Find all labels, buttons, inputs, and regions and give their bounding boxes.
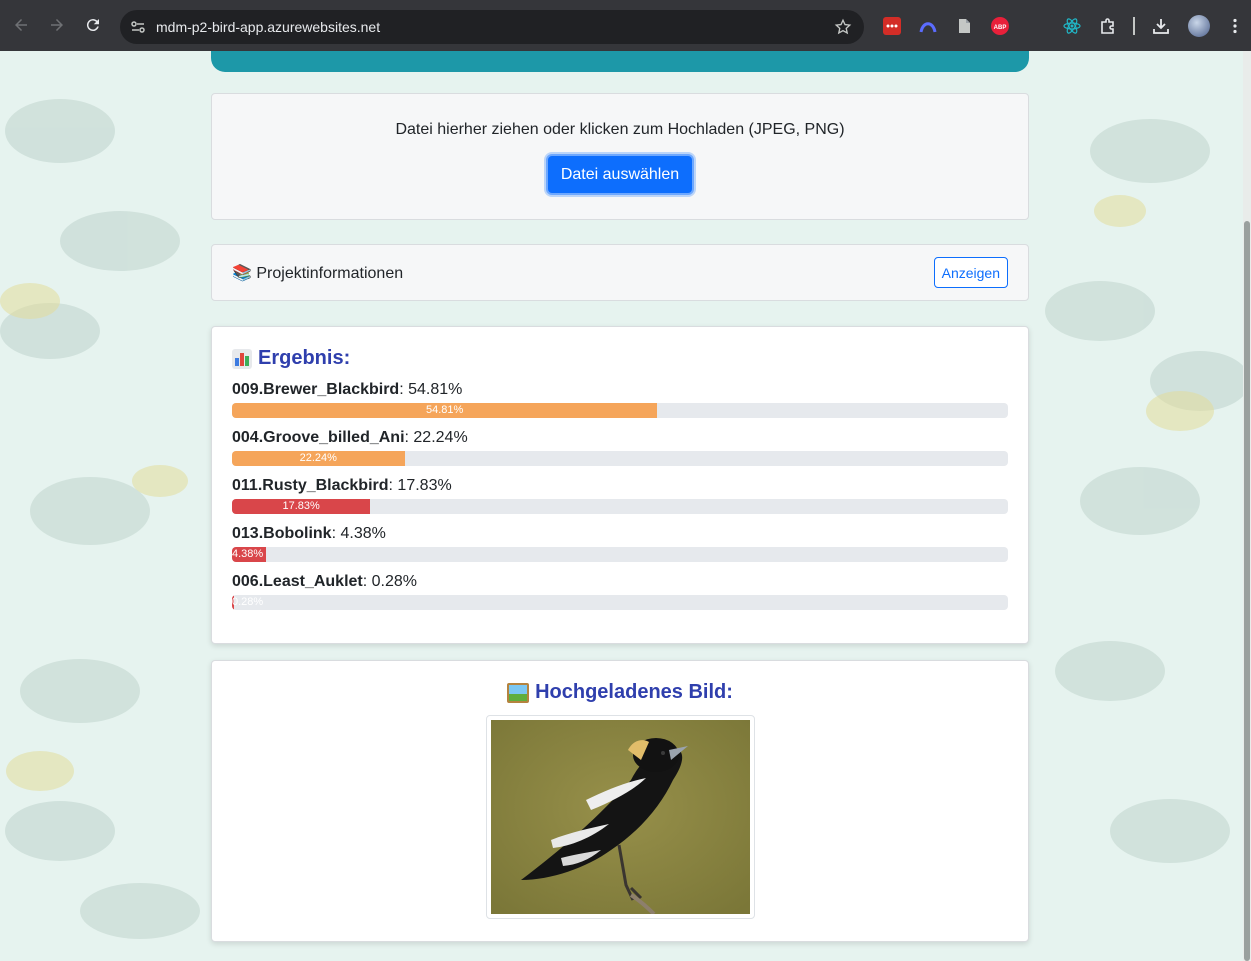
prediction-progress-bar: 4.38% — [232, 547, 1008, 562]
reload-icon[interactable] — [81, 13, 105, 37]
prediction-label: 013.Bobolink: 4.38% — [232, 524, 1008, 544]
books-icon: 📚 — [232, 264, 252, 282]
bar-chart-icon — [232, 348, 252, 369]
prediction-row: 004.Groove_billed_Ani: 22.24% 22.24% — [232, 428, 1008, 466]
prediction-row: 009.Brewer_Blackbird: 54.81% 54.81% — [232, 380, 1008, 418]
prediction-label: 009.Brewer_Blackbird: 54.81% — [232, 380, 1008, 400]
prediction-label: 011.Rusty_Blackbird: 17.83% — [232, 476, 1008, 496]
prediction-percent: : 54.81% — [399, 381, 463, 398]
prediction-class-name: 009.Brewer_Blackbird — [232, 381, 400, 398]
svg-text:ABP: ABP — [994, 25, 1007, 31]
page-viewport: Datei hierher ziehen oder klicken zum Ho… — [0, 51, 1243, 961]
prediction-progress-text: 4.38% — [232, 548, 264, 560]
prediction-row: 011.Rusty_Blackbird: 17.83% 17.83% — [232, 476, 1008, 514]
adblock-plus-icon[interactable]: ABP — [991, 17, 1009, 35]
prediction-class-name: 006.Least_Auklet — [232, 573, 363, 590]
prediction-progress-bar: 22.24% — [232, 451, 1008, 466]
menu-kebab-icon[interactable] — [1226, 17, 1244, 35]
choose-file-button[interactable]: Datei auswählen — [545, 154, 695, 195]
page-scrollbar[interactable] — [1243, 51, 1251, 961]
project-info-panel: 📚 Projektinformationen Anzeigen — [211, 244, 1029, 301]
address-bar[interactable]: mdm-p2-bird-app.azurewebsites.net — [120, 10, 864, 44]
prediction-label: 006.Least_Auklet: 0.28% — [232, 572, 1008, 592]
forward-icon[interactable] — [45, 13, 69, 37]
prediction-percent: : 22.24% — [404, 429, 468, 446]
prediction-class-name: 004.Groove_billed_Ani — [232, 429, 405, 446]
prediction-progress-text: 22.24% — [299, 452, 337, 464]
framed-picture-icon — [507, 682, 530, 703]
result-heading: Ergebnis: — [232, 347, 1008, 370]
prediction-row: 006.Least_Auklet: 0.28% 0.28% — [232, 572, 1008, 610]
lastpass-icon[interactable] — [883, 17, 901, 35]
prediction-progress-bar: 0.28% — [232, 595, 1008, 610]
upload-dropzone[interactable]: Datei hierher ziehen oder klicken zum Ho… — [211, 93, 1029, 220]
prediction-percent: : 4.38% — [331, 525, 386, 542]
uploaded-image-heading: Hochgeladenes Bild: — [507, 681, 733, 704]
scrollbar-thumb[interactable] — [1244, 221, 1250, 961]
download-icon[interactable] — [1152, 17, 1170, 35]
prediction-progress-text: 17.83% — [282, 500, 320, 512]
prediction-class-name: 013.Bobolink — [232, 525, 332, 542]
uploaded-image-title: Hochgeladenes Bild: — [535, 681, 733, 703]
arc-icon[interactable] — [919, 17, 937, 35]
extensions-puzzle-icon[interactable] — [1099, 17, 1117, 35]
prediction-label: 004.Groove_billed_Ani: 22.24% — [232, 428, 1008, 448]
uploaded-bird-photo — [490, 720, 750, 914]
page-icon[interactable] — [955, 17, 973, 35]
project-info-title: 📚 Projektinformationen — [232, 263, 934, 283]
prediction-progress-bar: 17.83% — [232, 499, 1008, 514]
prediction-row: 013.Bobolink: 4.38% 4.38% — [232, 524, 1008, 562]
show-project-info-button[interactable]: Anzeigen — [933, 257, 1008, 288]
bookmark-star-icon[interactable] — [834, 18, 852, 36]
upload-hint: Datei hierher ziehen oder klicken zum Ho… — [395, 121, 845, 138]
uploaded-image-frame — [485, 715, 755, 919]
back-icon[interactable] — [9, 13, 33, 37]
prediction-progress-text: 54.81% — [426, 404, 464, 416]
uploaded-image-card: Hochgeladenes Bild: — [211, 660, 1029, 942]
toolbar-separator — [1133, 17, 1135, 35]
prediction-progress-text: 0.28% — [232, 596, 264, 608]
prediction-percent: : 0.28% — [362, 573, 417, 590]
header-banner — [211, 51, 1029, 72]
profile-avatar[interactable] — [1188, 15, 1210, 37]
site-info-icon[interactable] — [130, 19, 146, 35]
prediction-percent: : 17.83% — [388, 477, 452, 494]
prediction-progress-bar: 54.81% — [232, 403, 1008, 418]
result-card: Ergebnis: 009.Brewer_Blackbird: 54.81% 54… — [211, 326, 1029, 644]
react-devtools-icon[interactable] — [1063, 17, 1081, 35]
project-info-label: Projektinformationen — [256, 264, 404, 282]
prediction-list: 009.Brewer_Blackbird: 54.81% 54.81% 004.Gr… — [232, 380, 1008, 610]
browser-toolbar: mdm-p2-bird-app.azurewebsites.net ABP — [0, 0, 1251, 51]
result-title: Ergebnis: — [258, 347, 351, 369]
prediction-class-name: 011.Rusty_Blackbird — [232, 477, 389, 494]
url-text[interactable]: mdm-p2-bird-app.azurewebsites.net — [156, 19, 380, 35]
